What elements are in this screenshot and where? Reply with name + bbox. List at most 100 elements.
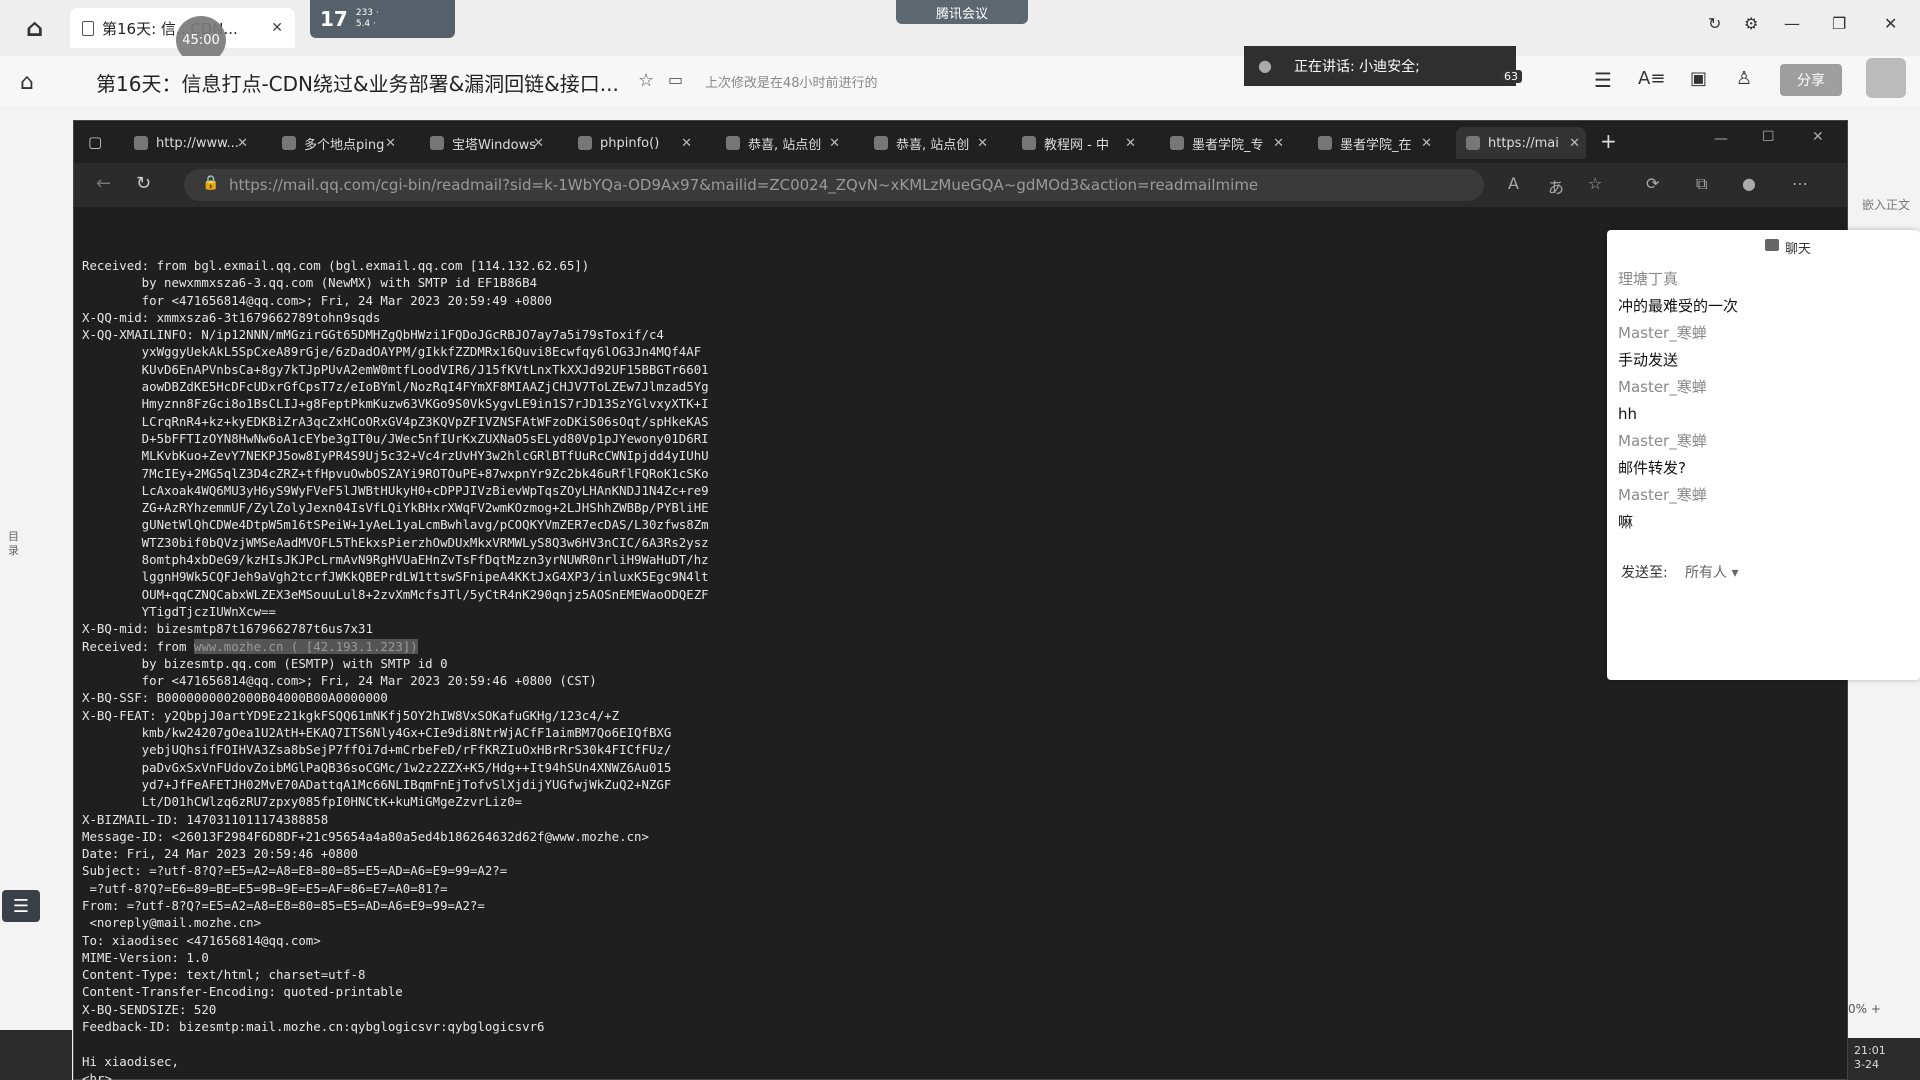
tab-actions-icon[interactable]: ▢ bbox=[88, 133, 102, 151]
tab-label: 多个地点ping bbox=[304, 137, 385, 153]
lock-icon[interactable]: 🔒 bbox=[202, 175, 219, 191]
document-icon bbox=[726, 136, 740, 150]
embed-body-label[interactable]: 嵌入正文 bbox=[1862, 196, 1910, 213]
list-menu-icon[interactable]: ☰ bbox=[2, 890, 40, 922]
close-icon[interactable]: ✕ bbox=[681, 136, 692, 151]
close-tab-icon[interactable]: ✕ bbox=[271, 20, 283, 36]
tab-label: phpinfo() bbox=[600, 135, 660, 151]
close-icon[interactable]: ✕ bbox=[385, 136, 396, 151]
back-icon[interactable]: ← bbox=[96, 173, 111, 194]
meeting-pill[interactable]: 腾讯会议 bbox=[896, 0, 1028, 24]
zoom-level[interactable]: 0% + bbox=[1848, 1002, 1881, 1016]
weather-sub-2: 5.4 · bbox=[355, 19, 376, 29]
font-size-icon[interactable]: A≡ bbox=[1638, 68, 1665, 89]
outline-label[interactable]: 目录 bbox=[8, 530, 22, 558]
email-raw-line: by bizesmtp.qq.com (ESMTP) with SMTP id … bbox=[82, 655, 448, 671]
tab-7[interactable]: 教程网 - 中 ✕ bbox=[1012, 127, 1142, 159]
collections-icon[interactable]: ⧉ bbox=[1696, 174, 1707, 194]
profile-icon[interactable]: ● bbox=[1742, 174, 1756, 193]
home-icon[interactable]: ⌂ bbox=[20, 70, 34, 95]
tab-3[interactable]: 宝塔Windows ✕ bbox=[420, 127, 550, 159]
present-icon[interactable]: ▣ bbox=[1690, 68, 1707, 89]
email-raw-line: by newxmmxsza6-3.qq.com (NewMX) with SMT… bbox=[82, 275, 538, 291]
weather-sub-1: 233 · bbox=[355, 8, 379, 18]
outer-toolbar: ⌂ 第16天：信息打点-CDN绕过&业务部署&漏洞回链&接口... ☆ ▭ 上次… bbox=[0, 56, 1920, 106]
tab-label: http://www... bbox=[156, 135, 239, 151]
email-raw-line: OUM+qqCZNQCabxWLZEX3eMSouuLul8+2zvXmMcfs… bbox=[82, 586, 709, 602]
maximize-icon[interactable]: ☐ bbox=[1762, 129, 1775, 145]
tab-label: https://mai bbox=[1488, 135, 1559, 151]
email-raw-line: From: =?utf-8?Q?=E5=A2=A8=E8=80=85=E5=AD… bbox=[82, 897, 485, 913]
speaking-text: 正在讲话: 小迪安全; bbox=[1294, 59, 1420, 75]
minimize-icon[interactable]: — bbox=[1714, 131, 1728, 147]
chat-message-text: 手动发送 bbox=[1618, 351, 1679, 369]
clock-date: 3-24 bbox=[1854, 1058, 1879, 1071]
folder-icon[interactable]: ▭ bbox=[668, 70, 683, 89]
favorite-icon[interactable]: ☆ bbox=[1588, 174, 1602, 193]
email-raw-line: Received: from www.mozhe.cn ( [42.193.1.… bbox=[82, 638, 418, 654]
new-tab-icon[interactable]: + bbox=[1600, 129, 1617, 153]
close-icon[interactable]: ✕ bbox=[1569, 136, 1580, 151]
close-icon[interactable]: ✕ bbox=[1273, 136, 1284, 151]
email-raw-line: for <471656814@qq.com>; Fri, 24 Mar 2023… bbox=[82, 292, 552, 308]
email-raw-line: yd7+JfFeAFETJH02MvE70ADattqA1Mc66NLIBqmF… bbox=[82, 776, 672, 792]
email-raw-line: X-QQ-XMAILINFO: N/ip12NNN/mMGzirGGt65DMH… bbox=[82, 327, 664, 343]
address-bar: ← ↻ 🔒 https://mail.qq.com/cgi-bin/readma… bbox=[74, 163, 1847, 207]
email-raw-line: LcAxoak4WQ6MU3yH6yS9WyFVeF5lJWBtHUkyH0+c… bbox=[82, 482, 709, 498]
close-window-icon[interactable]: ✕ bbox=[1884, 14, 1897, 33]
tab-6[interactable]: 恭喜, 站点创 ✕ bbox=[864, 127, 994, 159]
app-logo-icon[interactable]: ⌂ bbox=[26, 14, 54, 42]
document-icon bbox=[874, 136, 888, 150]
email-raw-line: 8omtph4xbDeG9/kzHIsJKJPcLrmAvN9RgHVUaEHn… bbox=[82, 552, 709, 568]
tab-label: 恭喜, 站点创 bbox=[748, 137, 822, 153]
inner-browser-window: ▢ http://www... ✕ 多个地点ping ✕ 宝塔Windows ✕ ph… bbox=[73, 120, 1848, 1080]
participant-count: 63 bbox=[1500, 70, 1522, 83]
close-icon[interactable]: ✕ bbox=[1125, 136, 1136, 151]
email-raw-line: Received: from bgl.exmail.qq.com (bgl.ex… bbox=[82, 258, 590, 273]
email-raw-line: <noreply@mail.mozhe.cn> bbox=[82, 915, 262, 931]
close-window-icon[interactable]: ✕ bbox=[1812, 129, 1824, 145]
send-to-select[interactable]: 所有人 ▾ bbox=[1685, 562, 1738, 582]
tab-5[interactable]: 恭喜, 站点创 ✕ bbox=[716, 127, 846, 159]
close-icon[interactable]: ✕ bbox=[977, 136, 988, 151]
email-raw-line: yxWggyUekAkL5SpCxeA89rGje/6zDadOAYPM/gIk… bbox=[82, 344, 702, 360]
star-icon[interactable]: ☆ bbox=[638, 70, 654, 91]
chat-panel: 聊天 理塘丁真 冲的最难受的一次 Master_寒蝉 手动发送 Master_寒蝉 hh M… bbox=[1607, 230, 1920, 680]
menu-icon[interactable]: ☰ bbox=[1594, 68, 1612, 92]
tab-10-active[interactable]: https://mai ✕ bbox=[1456, 127, 1586, 159]
tab-8[interactable]: 墨者学院_专 ✕ bbox=[1160, 127, 1290, 159]
tab-2[interactable]: 多个地点ping ✕ bbox=[272, 127, 402, 159]
refresh-icon[interactable]: ⟳ bbox=[1646, 174, 1659, 193]
email-raw-line: Content-Type: text/html; charset=utf-8 bbox=[82, 967, 366, 983]
chat-message-text: 嘛 bbox=[1618, 513, 1634, 531]
system-clock: 21:01 3-24 bbox=[1848, 1038, 1920, 1080]
email-raw-line: Subject: =?utf-8?Q?=E5=A2=A8=E8=80=85=E5… bbox=[82, 863, 508, 879]
email-raw-line: =?utf-8?Q?=E6=89=BE=E5=9B=9E=E5=AF=86=E7… bbox=[82, 880, 448, 896]
weather-number: 17 bbox=[320, 7, 348, 31]
read-aloud-icon[interactable]: A bbox=[1508, 174, 1519, 193]
url-field[interactable]: 🔒 https://mail.qq.com/cgi-bin/readmail?s… bbox=[184, 169, 1484, 201]
globe-icon bbox=[134, 136, 148, 150]
tab-9[interactable]: 墨者学院_在 ✕ bbox=[1308, 127, 1438, 159]
reload-icon[interactable]: ↻ bbox=[136, 173, 151, 194]
speaking-indicator: ● 正在讲话: 小迪安全; 63 bbox=[1244, 46, 1522, 86]
user-add-icon[interactable]: ♙ bbox=[1736, 68, 1752, 89]
minimize-icon[interactable]: — bbox=[1784, 14, 1800, 33]
translate-icon[interactable]: あ bbox=[1548, 174, 1564, 198]
close-icon[interactable]: ✕ bbox=[237, 136, 248, 151]
chat-message-text: hh bbox=[1618, 405, 1638, 423]
email-raw-line bbox=[82, 1035, 1522, 1052]
close-icon[interactable]: ✕ bbox=[1421, 136, 1432, 151]
tab-4[interactable]: phpinfo() ✕ bbox=[568, 127, 698, 159]
close-icon[interactable]: ✕ bbox=[829, 136, 840, 151]
avatar[interactable] bbox=[1866, 58, 1906, 98]
share-button[interactable]: 分享 bbox=[1780, 64, 1842, 96]
email-raw-line: X-BQ-FEAT: y2QbpjJ0artYD9Ez21kgkFSQQ61mN… bbox=[82, 707, 620, 723]
settings-icon[interactable]: ⚙ bbox=[1744, 14, 1758, 33]
more-icon[interactable]: ⋯ bbox=[1792, 174, 1808, 193]
refresh-icon[interactable]: ↻ bbox=[1708, 14, 1721, 33]
tab-1[interactable]: http://www... ✕ bbox=[124, 127, 254, 159]
close-icon[interactable]: ✕ bbox=[533, 136, 544, 151]
chat-sender-name: Master_寒蝉 bbox=[1618, 324, 1707, 342]
maximize-icon[interactable]: ❐ bbox=[1832, 14, 1846, 33]
